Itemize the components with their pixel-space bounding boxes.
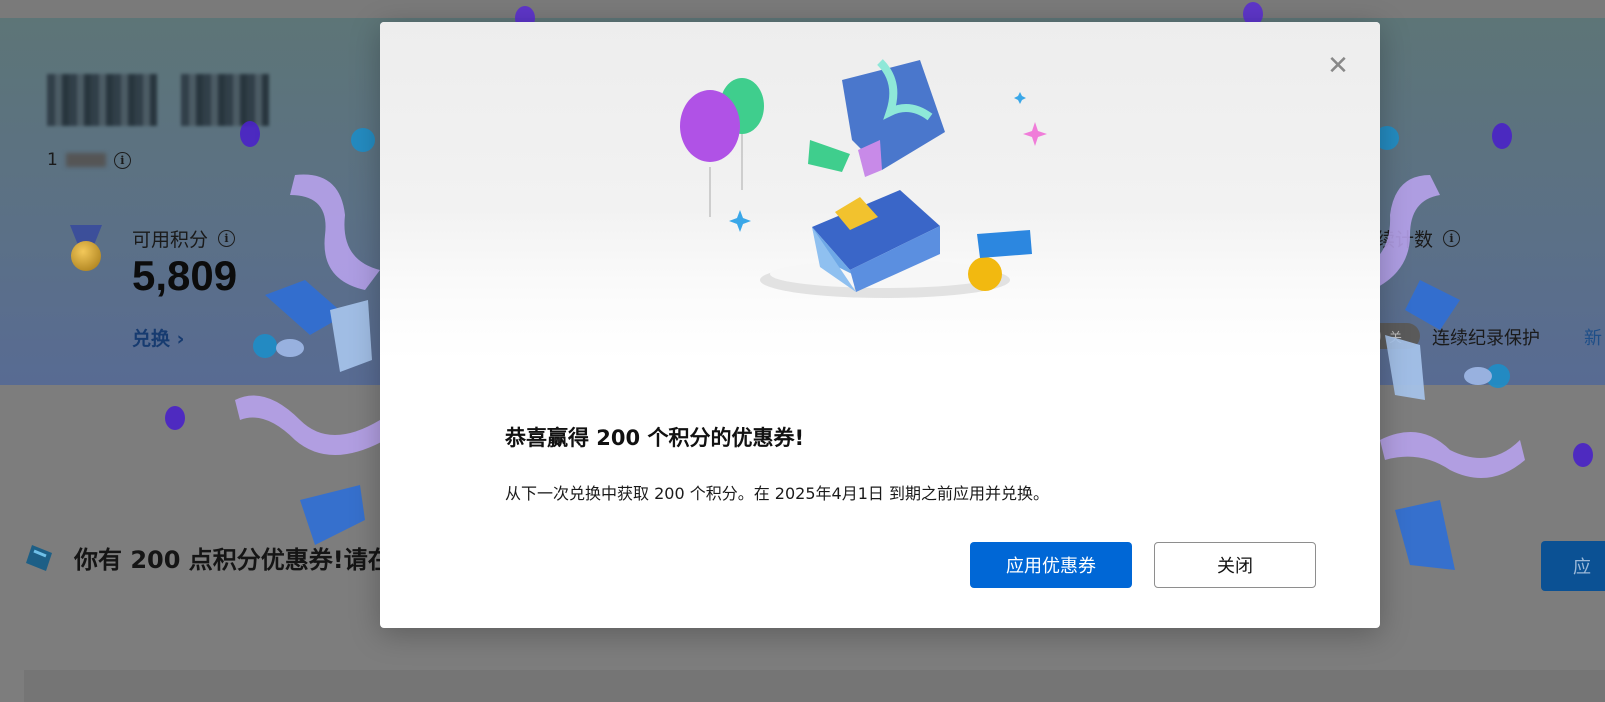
available-points-text: 可用积分	[132, 229, 209, 251]
dialog-title: 恭喜赢得 200 个积分的优惠券!	[505, 426, 805, 450]
streak-protection-label: 连续纪录保护	[1432, 328, 1540, 349]
coupon-reward-dialog: ✕ 恭喜赢得 200 个积分的优惠券! 从下一次兑换中获取 200 个积分。在 …	[380, 22, 1380, 628]
dialog-message: 从下一次兑换中获取 200 个积分。在 2025年4月1日 到期之前应用并兑换。	[505, 484, 1049, 503]
redacted-text	[65, 153, 106, 167]
coupon-banner-text: 你有 200 点积分优惠券!请在	[74, 546, 392, 574]
gift-box-illustration-icon	[680, 59, 1047, 298]
info-icon[interactable]: i	[113, 151, 131, 169]
redacted-text	[181, 74, 269, 126]
user-level-prefix: 1	[47, 150, 58, 170]
close-dialog-button[interactable]: 关闭	[1154, 542, 1316, 588]
gift-illustration	[380, 22, 1380, 360]
ticket-icon	[26, 544, 52, 571]
user-name-redacted	[47, 74, 269, 126]
apply-coupon-button[interactable]: 应用优惠券	[970, 542, 1132, 588]
medal-icon	[64, 225, 108, 281]
redeem-link[interactable]: 兑换 ›	[132, 324, 184, 351]
user-level: 1 i	[47, 150, 131, 170]
new-badge: 新	[1584, 328, 1602, 349]
top-bar	[0, 0, 1605, 18]
apply-coupon-background-button[interactable]: 应	[1541, 541, 1605, 591]
toggle-state-label: 关	[1389, 330, 1403, 346]
info-icon[interactable]: i	[1443, 230, 1461, 247]
close-icon[interactable]: ✕	[1324, 52, 1352, 80]
coupon-banner: 你有 200 点积分优惠券!请在	[22, 540, 392, 575]
redacted-text	[47, 74, 157, 126]
available-points-label: 可用积分 i	[132, 225, 236, 252]
info-icon[interactable]: i	[218, 230, 236, 247]
content-card	[24, 670, 1605, 702]
available-points-value: 5,809	[132, 252, 238, 299]
